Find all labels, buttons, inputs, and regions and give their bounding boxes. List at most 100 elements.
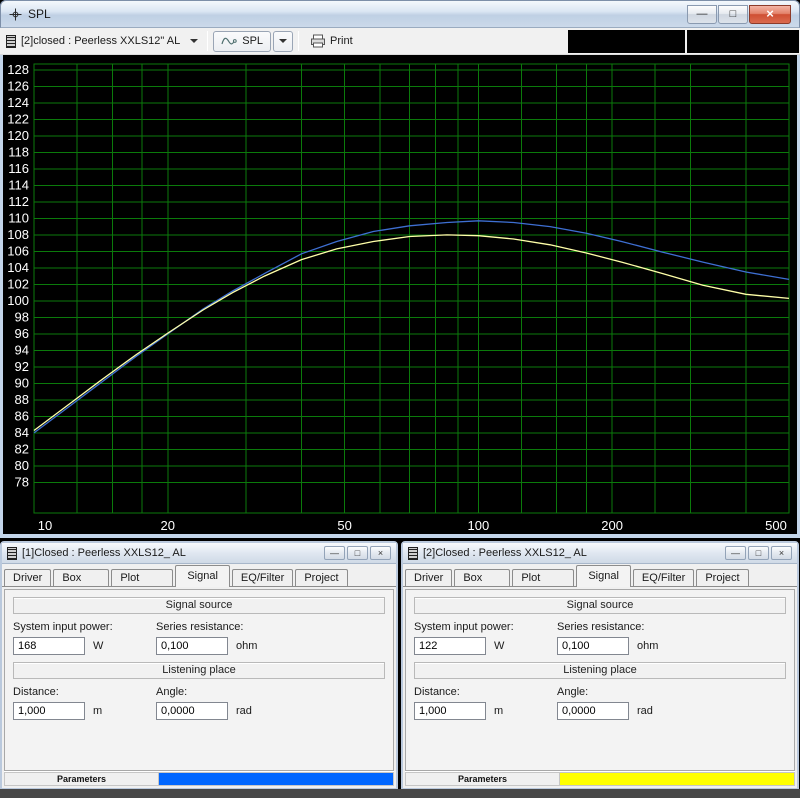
power-unit-label: W <box>494 640 504 652</box>
spl-curve--1-168-w <box>34 221 789 433</box>
tab-plot[interactable]: Plot <box>111 569 173 587</box>
project-window-1: [1]Closed : Peerless XXLS12_ AL — □ × Dr… <box>0 541 398 790</box>
legend-panel-1 <box>568 30 685 53</box>
svg-text:86: 86 <box>15 408 29 423</box>
print-button[interactable]: Print <box>304 32 359 50</box>
toolbar-separator <box>298 31 299 51</box>
curve-color-bar <box>560 772 795 786</box>
svg-text:104: 104 <box>7 260 29 275</box>
svg-text:500: 500 <box>765 518 787 533</box>
svg-text:50: 50 <box>337 518 351 533</box>
printer-icon <box>310 34 326 48</box>
plot-type-label: SPL <box>242 35 263 47</box>
listening-place-header: Listening place <box>13 662 385 679</box>
svg-text:128: 128 <box>7 62 29 77</box>
distance-field[interactable] <box>414 702 486 720</box>
signal-source-header: Signal source <box>13 597 385 614</box>
spl-chart: 7880828486889092949698100102104106108110… <box>3 55 797 534</box>
tab-eq-filter[interactable]: EQ/Filter <box>633 569 694 587</box>
tab-eq-filter[interactable]: EQ/Filter <box>232 569 293 587</box>
svg-text:88: 88 <box>15 392 29 407</box>
svg-text:122: 122 <box>7 111 29 126</box>
window1-title: [1]Closed : Peerless XXLS12_ AL <box>22 547 186 559</box>
svg-text:20: 20 <box>161 518 175 533</box>
plot-type-dropdown-button[interactable] <box>273 31 293 52</box>
tab-plot[interactable]: Plot <box>512 569 574 587</box>
power-unit-label: W <box>93 640 103 652</box>
maximize-button[interactable]: □ <box>718 5 748 24</box>
svg-text:96: 96 <box>15 326 29 341</box>
system-input-power-field[interactable] <box>414 637 486 655</box>
driver-selector[interactable]: [2]closed : Peerless XXLS12" AL <box>21 35 180 47</box>
svg-text:124: 124 <box>7 95 29 110</box>
angle-field[interactable] <box>156 702 228 720</box>
tab-project[interactable]: Project <box>295 569 347 587</box>
window2-title: [2]Closed : Peerless XXLS12_ AL <box>423 547 587 559</box>
spl-plot-svg: 7880828486889092949698100102104106108110… <box>3 55 797 534</box>
maximize-button[interactable]: □ <box>748 546 769 560</box>
angle-label: Angle: <box>156 686 299 698</box>
print-label: Print <box>330 35 353 47</box>
tab-driver[interactable]: Driver <box>405 569 452 587</box>
series-resistance-field[interactable] <box>557 637 629 655</box>
spl-window: SPL — □ × [2]closed : Peerless XXLS12" A… <box>0 0 800 538</box>
svg-text:100: 100 <box>468 518 490 533</box>
crosshair-icon <box>9 8 22 21</box>
distance-unit-label: m <box>494 705 503 717</box>
svg-text:116: 116 <box>8 161 29 176</box>
window1-titlebar[interactable]: [1]Closed : Peerless XXLS12_ AL — □ × <box>2 543 396 564</box>
svg-text:200: 200 <box>601 518 623 533</box>
svg-text:120: 120 <box>7 128 29 143</box>
series-resistance-label: Series resistance: <box>156 621 299 633</box>
angle-unit-label: rad <box>236 705 252 717</box>
svg-text:92: 92 <box>15 359 29 374</box>
tab-box[interactable]: Box <box>53 569 109 587</box>
window2-titlebar[interactable]: [2]Closed : Peerless XXLS12_ AL — □ × <box>403 543 797 564</box>
minimize-button[interactable]: — <box>687 5 717 24</box>
distance-field[interactable] <box>13 702 85 720</box>
series-resistance-field[interactable] <box>156 637 228 655</box>
minimize-button[interactable]: — <box>725 546 746 560</box>
svg-text:114: 114 <box>8 177 29 192</box>
tab-box[interactable]: Box <box>454 569 510 587</box>
parameters-status-label: Parameters <box>4 772 159 786</box>
svg-text:80: 80 <box>15 458 29 473</box>
svg-text:84: 84 <box>15 425 29 440</box>
plot-type-button[interactable]: SPL <box>213 31 271 52</box>
resistance-unit-label: ohm <box>236 640 257 652</box>
tab-driver[interactable]: Driver <box>4 569 51 587</box>
project-window-2: [2]Closed : Peerless XXLS12_ AL — □ × Dr… <box>401 541 799 790</box>
svg-text:112: 112 <box>8 194 29 209</box>
angle-unit-label: rad <box>637 705 653 717</box>
listening-place-header: Listening place <box>414 662 786 679</box>
desktop-strip <box>0 789 800 798</box>
maximize-button[interactable]: □ <box>347 546 368 560</box>
spl-curve--2-122-w <box>34 235 789 431</box>
series-resistance-label: Series resistance: <box>557 621 700 633</box>
tab-signal[interactable]: Signal <box>576 565 631 587</box>
spl-window-titlebar[interactable]: SPL — □ × <box>0 0 800 28</box>
close-button[interactable]: × <box>370 546 391 560</box>
project-doc-icon <box>6 35 16 48</box>
system-input-power-field[interactable] <box>13 637 85 655</box>
angle-field[interactable] <box>557 702 629 720</box>
svg-text:126: 126 <box>7 78 29 93</box>
project-doc-icon <box>7 547 17 560</box>
chevron-down-icon <box>279 39 287 43</box>
tab-project[interactable]: Project <box>696 569 748 587</box>
svg-text:98: 98 <box>15 309 29 324</box>
close-button[interactable]: × <box>749 5 791 24</box>
svg-text:108: 108 <box>7 227 29 242</box>
window2-statusbar: Parameters <box>405 771 795 786</box>
tab-signal[interactable]: Signal <box>175 565 230 587</box>
driver-selector-dropdown-icon[interactable] <box>190 39 198 43</box>
svg-text:100: 100 <box>7 293 29 308</box>
minimize-button[interactable]: — <box>324 546 345 560</box>
svg-text:118: 118 <box>8 144 29 159</box>
distance-label: Distance: <box>414 686 557 698</box>
close-button[interactable]: × <box>771 546 792 560</box>
angle-label: Angle: <box>557 686 700 698</box>
window2-tabs: Driver Box Plot Signal EQ/Filter Project <box>403 564 797 587</box>
svg-text:110: 110 <box>8 210 29 225</box>
curve-color-bar <box>159 772 394 786</box>
